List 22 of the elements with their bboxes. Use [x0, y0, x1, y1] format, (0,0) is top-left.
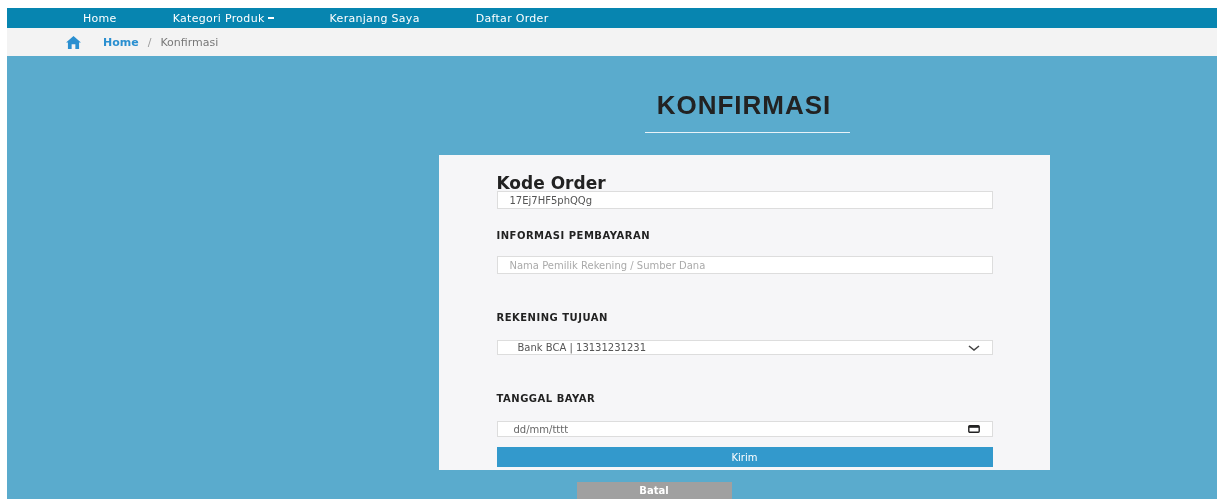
account-select[interactable]: Bank BCA | 13131231231	[496, 340, 993, 355]
calendar-icon	[967, 425, 980, 433]
nav-link[interactable]: Home	[83, 11, 117, 25]
field-label: TANGGAL BAYAR	[496, 393, 597, 404]
home-icon[interactable]	[66, 35, 81, 49]
breadcrumb-link[interactable]: Home	[103, 35, 139, 49]
page-title: KONFIRMASI	[656, 90, 832, 121]
nav-link[interactable]: Keranjang Saya	[329, 11, 420, 25]
nav-link[interactable]: Kategori Produk	[172, 11, 274, 25]
cancel-button[interactable]: Batal	[576, 482, 732, 499]
account-name-field[interactable]: Nama Pemilik Rekening / Sumber Dana	[496, 256, 993, 274]
submit-button[interactable]: Kirim	[496, 447, 993, 467]
dropdown-caret-icon	[267, 17, 274, 19]
chevron-down-icon	[967, 344, 980, 351]
nav-link[interactable]: Daftar Order	[475, 11, 549, 25]
date-field[interactable]: dd/mm/tttt	[496, 421, 993, 437]
field-label: REKENING TUJUAN	[496, 312, 609, 323]
breadcrumb-separator: /	[147, 35, 152, 49]
order-code-field[interactable]: 17Ej7HF5phQQg	[496, 191, 993, 209]
field-label: Kode Order	[496, 175, 607, 191]
current-page-label: Konfirmasi	[160, 35, 219, 49]
field-label: INFORMASI PEMBAYARAN	[496, 230, 652, 241]
